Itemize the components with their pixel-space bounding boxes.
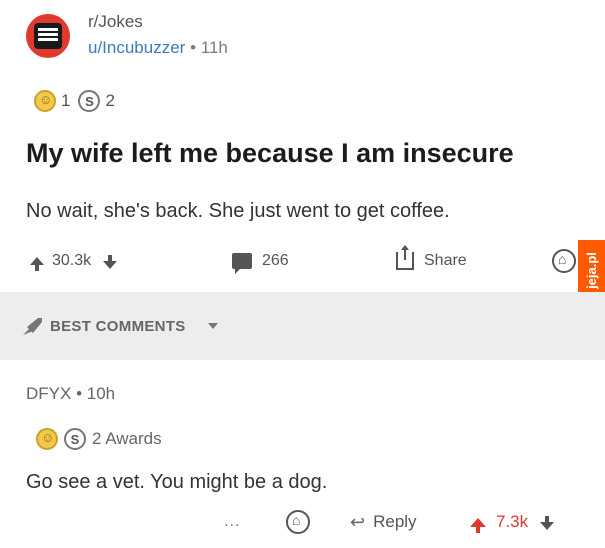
gold-award-count: 1: [61, 91, 71, 110]
post-score: 30.3k: [52, 252, 92, 269]
watermark-logo: jeja.pl: [578, 240, 605, 300]
subreddit-name[interactable]: r/Jokes: [88, 12, 143, 32]
upvote-icon[interactable]: [470, 517, 486, 533]
comment-awards-label: 2 Awards: [92, 429, 162, 448]
sort-rocket-icon[interactable]: [20, 316, 44, 338]
downvote-icon[interactable]: [103, 255, 118, 269]
post-actions: 30.3k 266 Share: [0, 245, 605, 276]
meta-separator: •: [71, 384, 87, 403]
reply-button[interactable]: ↩ Reply: [350, 508, 417, 536]
comments-button[interactable]: 266: [232, 246, 289, 276]
comment-count: 266: [262, 252, 289, 269]
comment-icon: [232, 253, 252, 274]
give-award-icon: [286, 510, 310, 534]
reply-icon: ↩: [350, 511, 366, 532]
upvote-icon[interactable]: [30, 257, 44, 271]
sort-button[interactable]: BEST COMMENTS: [50, 318, 186, 335]
silver-award-icon: S: [64, 428, 86, 450]
more-options-button[interactable]: ...: [224, 508, 240, 536]
meta-separator: •: [185, 38, 201, 57]
share-label: Share: [424, 252, 467, 269]
share-icon: [396, 245, 414, 270]
post-body: No wait, she's back. She just went to ge…: [26, 200, 450, 222]
comment-actions: ... ↩ Reply 7.3k: [0, 508, 605, 536]
post-meta: u/Incubuzzer • 11h: [88, 38, 228, 58]
comment-author[interactable]: DFYX: [26, 384, 71, 403]
give-award-button[interactable]: [286, 508, 310, 536]
comment-age: 10h: [86, 384, 116, 403]
gold-award-icon: [34, 90, 56, 112]
silver-award-icon: S: [78, 90, 101, 112]
subreddit-avatar-icon[interactable]: [26, 14, 70, 58]
give-award-icon: [552, 249, 576, 273]
comment-score: 7.3k: [496, 512, 529, 531]
reply-label: Reply: [373, 512, 417, 531]
post-title[interactable]: My wife left me because I am insecure: [26, 138, 514, 169]
gold-award-icon: [36, 428, 58, 450]
post-age: 11h: [200, 38, 228, 57]
downvote-icon[interactable]: [540, 516, 555, 530]
vote-group: 30.3k: [30, 246, 118, 276]
watermark-text: jeja.pl: [584, 251, 600, 289]
silver-award-count: 2: [105, 91, 115, 110]
comment-vote-group: 7.3k: [470, 508, 555, 536]
chevron-down-icon[interactable]: [208, 323, 218, 329]
give-award-button[interactable]: [552, 246, 576, 276]
post-awards[interactable]: 1 S 2: [34, 89, 115, 113]
post-card: r/Jokes u/Incubuzzer • 11h 1 S 2 My wife…: [0, 0, 605, 292]
share-button[interactable]: Share: [396, 245, 467, 276]
comment-meta: DFYX • 10h: [26, 384, 115, 404]
post-author[interactable]: u/Incubuzzer: [88, 38, 185, 57]
comment-body: Go see a vet. You might be a dog.: [26, 471, 328, 493]
comment-awards[interactable]: S 2 Awards: [36, 426, 162, 452]
